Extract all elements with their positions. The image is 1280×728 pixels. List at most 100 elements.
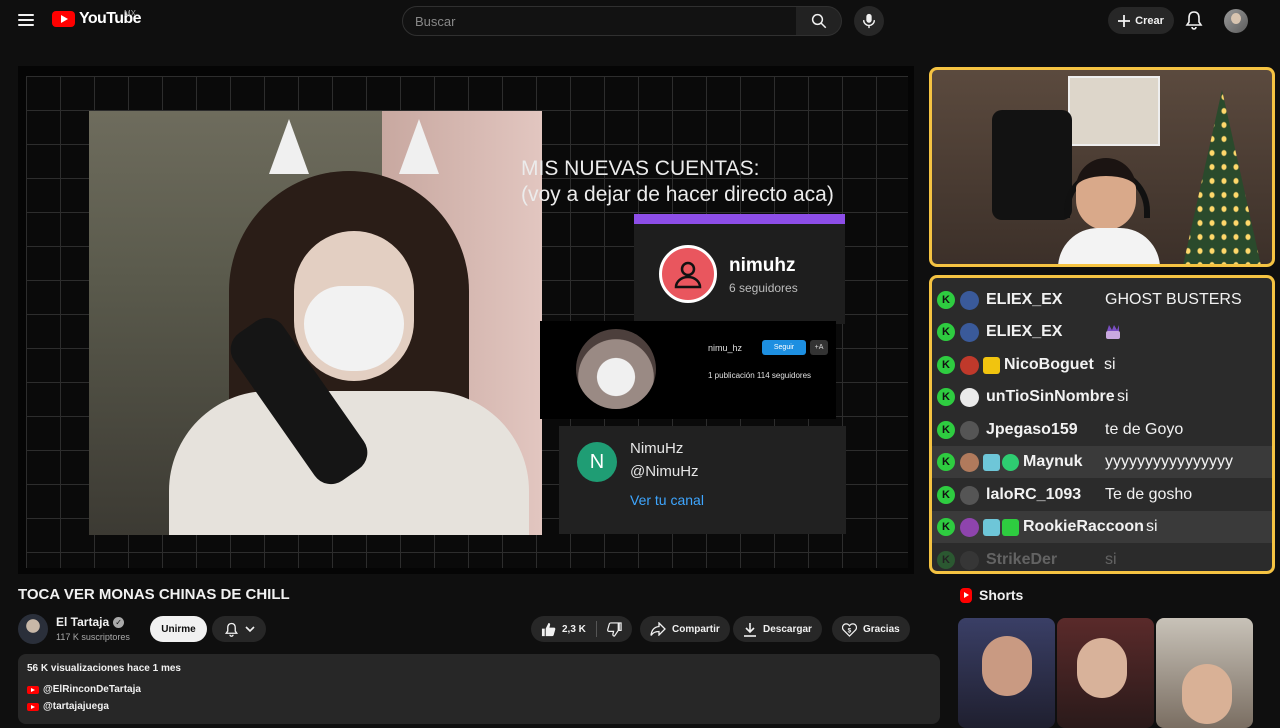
chat-username: ELIEX_EX [986, 323, 1063, 340]
subscription-bell-button[interactable] [212, 616, 266, 642]
download-button[interactable]: Descargar [733, 616, 822, 642]
kick-badge-icon: K [937, 356, 955, 374]
shorts-icon [960, 587, 972, 603]
video-player[interactable]: MIS NUEVAS CUENTAS: (voy a dejar de hace… [18, 66, 914, 574]
search-placeholder: Buscar [415, 13, 456, 29]
card3-handle: @NimuHz [630, 463, 699, 480]
kick-badge-icon: K [937, 486, 955, 504]
channel-name-link[interactable]: El Tartaja ✓ [56, 615, 125, 629]
emote-icon [1106, 325, 1120, 339]
super-thanks-icon: $ [842, 622, 857, 637]
notifications-button[interactable] [1184, 10, 1204, 30]
kick-badge-icon: K [937, 518, 955, 536]
description-link[interactable]: @tartajajuega [27, 701, 109, 712]
video-overlay-title: MIS NUEVAS CUENTAS: (voy a dejar de hace… [521, 156, 861, 208]
chat-username: ELIEX_EX [986, 291, 1063, 308]
profile-picture [576, 329, 656, 409]
download-icon [744, 622, 756, 637]
chat-row: K laloRC_1093 Te de gosho [932, 479, 1272, 511]
download-label: Descargar [763, 623, 812, 635]
dislike-button[interactable] [597, 616, 632, 642]
search-button[interactable] [796, 6, 842, 36]
social-card-kick: nimuhz 6 seguidores [634, 214, 845, 324]
kick-badge-icon: K [937, 453, 955, 471]
user-avatar [960, 485, 979, 505]
streamer-webcam [89, 111, 542, 535]
short-thumbnail[interactable] [958, 618, 1055, 728]
kick-badge-icon: K [937, 551, 955, 569]
short-thumbnail[interactable] [1156, 618, 1253, 728]
bell-icon [1185, 11, 1203, 30]
chat-username: NicoBoguet [1004, 356, 1094, 373]
join-button[interactable]: Unirme [150, 616, 207, 642]
account-avatar[interactable] [1224, 9, 1248, 33]
youtube-icon [27, 702, 39, 711]
youtube-icon [27, 685, 39, 694]
plus-icon [1118, 14, 1131, 27]
search-icon [811, 13, 826, 29]
card3-avatar: N [577, 442, 617, 482]
thanks-label: Gracias [863, 623, 900, 635]
video-title: TOCA VER MONAS CHINAS DE CHILL [18, 586, 290, 603]
share-button[interactable]: Compartir [640, 616, 730, 642]
description-link[interactable]: @ElRinconDeTartaja [27, 684, 141, 695]
user-avatar [960, 517, 979, 537]
chat-row: K Jpegaso159 te de Goyo [932, 414, 1272, 446]
like-count: 2,3 K [562, 623, 586, 635]
chevron-down-icon [244, 626, 255, 633]
shorts-heading-text: Shorts [979, 587, 1024, 603]
chat-username: laloRC_1093 [986, 486, 1082, 503]
chat-message: si [1146, 518, 1158, 535]
chat-username: unTioSinNombre [986, 388, 1115, 405]
like-button[interactable]: 2,3 K [531, 616, 596, 642]
kick-badge-icon: K [937, 291, 955, 309]
search-input[interactable]: Buscar [402, 6, 797, 36]
chat-row: K Maynuk yyyyyyyyyyyyyyyy [932, 446, 1272, 478]
channel-name: El Tartaja [56, 615, 110, 629]
thumbs-down-icon [606, 621, 622, 637]
user-avatar [960, 290, 979, 310]
short-thumbnail[interactable] [1057, 618, 1154, 728]
chat-message: te de Goyo [1105, 421, 1184, 438]
chat-message: si [1104, 356, 1116, 373]
share-label: Compartir [672, 623, 720, 635]
menu-icon[interactable] [18, 14, 34, 26]
stream-chat-overlay: K ELIEX_EX GHOST BUSTERS K ELIEX_EX K Ni… [929, 275, 1275, 574]
bell-icon [224, 622, 238, 637]
kick-badge-icon: K [937, 323, 955, 341]
voice-search-button[interactable] [854, 6, 884, 36]
chat-row: K RookieRaccoon si [932, 511, 1272, 543]
user-icon [659, 245, 717, 303]
masthead: YouTube MX Buscar Crear [0, 0, 1280, 42]
user-avatar [960, 420, 979, 440]
card1-followers: 6 seguidores [729, 281, 798, 295]
youtube-logo-icon [52, 11, 75, 27]
chat-message: si [1117, 388, 1129, 405]
description-link-text: @ElRinconDeTartaja [43, 684, 141, 695]
card2-stats: 1 publicación 114 seguidores [708, 371, 812, 380]
create-label: Crear [1135, 14, 1164, 27]
gift-badge-icon [1002, 518, 1019, 536]
user-avatar [960, 322, 979, 342]
chat-row: K NicoBoguet si [932, 349, 1272, 381]
subscriber-badge-icon [983, 518, 1000, 536]
thanks-button[interactable]: $ Gracias [832, 616, 910, 642]
chat-row: K StrikeDer si [932, 544, 1272, 571]
verified-check-icon: ✓ [113, 616, 125, 628]
user-avatar [960, 550, 979, 570]
chat-row: K unTioSinNombre si [932, 381, 1272, 413]
microphone-icon [862, 13, 876, 29]
subscriber-count: 117 K suscriptores [56, 632, 130, 642]
description-link-text: @tartajajuega [43, 701, 109, 712]
card1-name: nimuhz [729, 255, 796, 276]
chat-username: StrikeDer [986, 551, 1058, 568]
channel-avatar[interactable] [18, 614, 48, 644]
kick-badge-icon: K [937, 388, 955, 406]
description-box[interactable]: 56 K visualizaciones hace 1 mes @ElRinco… [18, 654, 940, 724]
user-avatar [960, 355, 979, 375]
chat-message: Te de gosho [1105, 486, 1193, 503]
svg-text:$: $ [848, 627, 852, 634]
chat-row: K ELIEX_EX [932, 316, 1272, 348]
create-button[interactable]: Crear [1108, 7, 1174, 34]
view-count-date: 56 K visualizaciones hace 1 mes [27, 663, 181, 674]
